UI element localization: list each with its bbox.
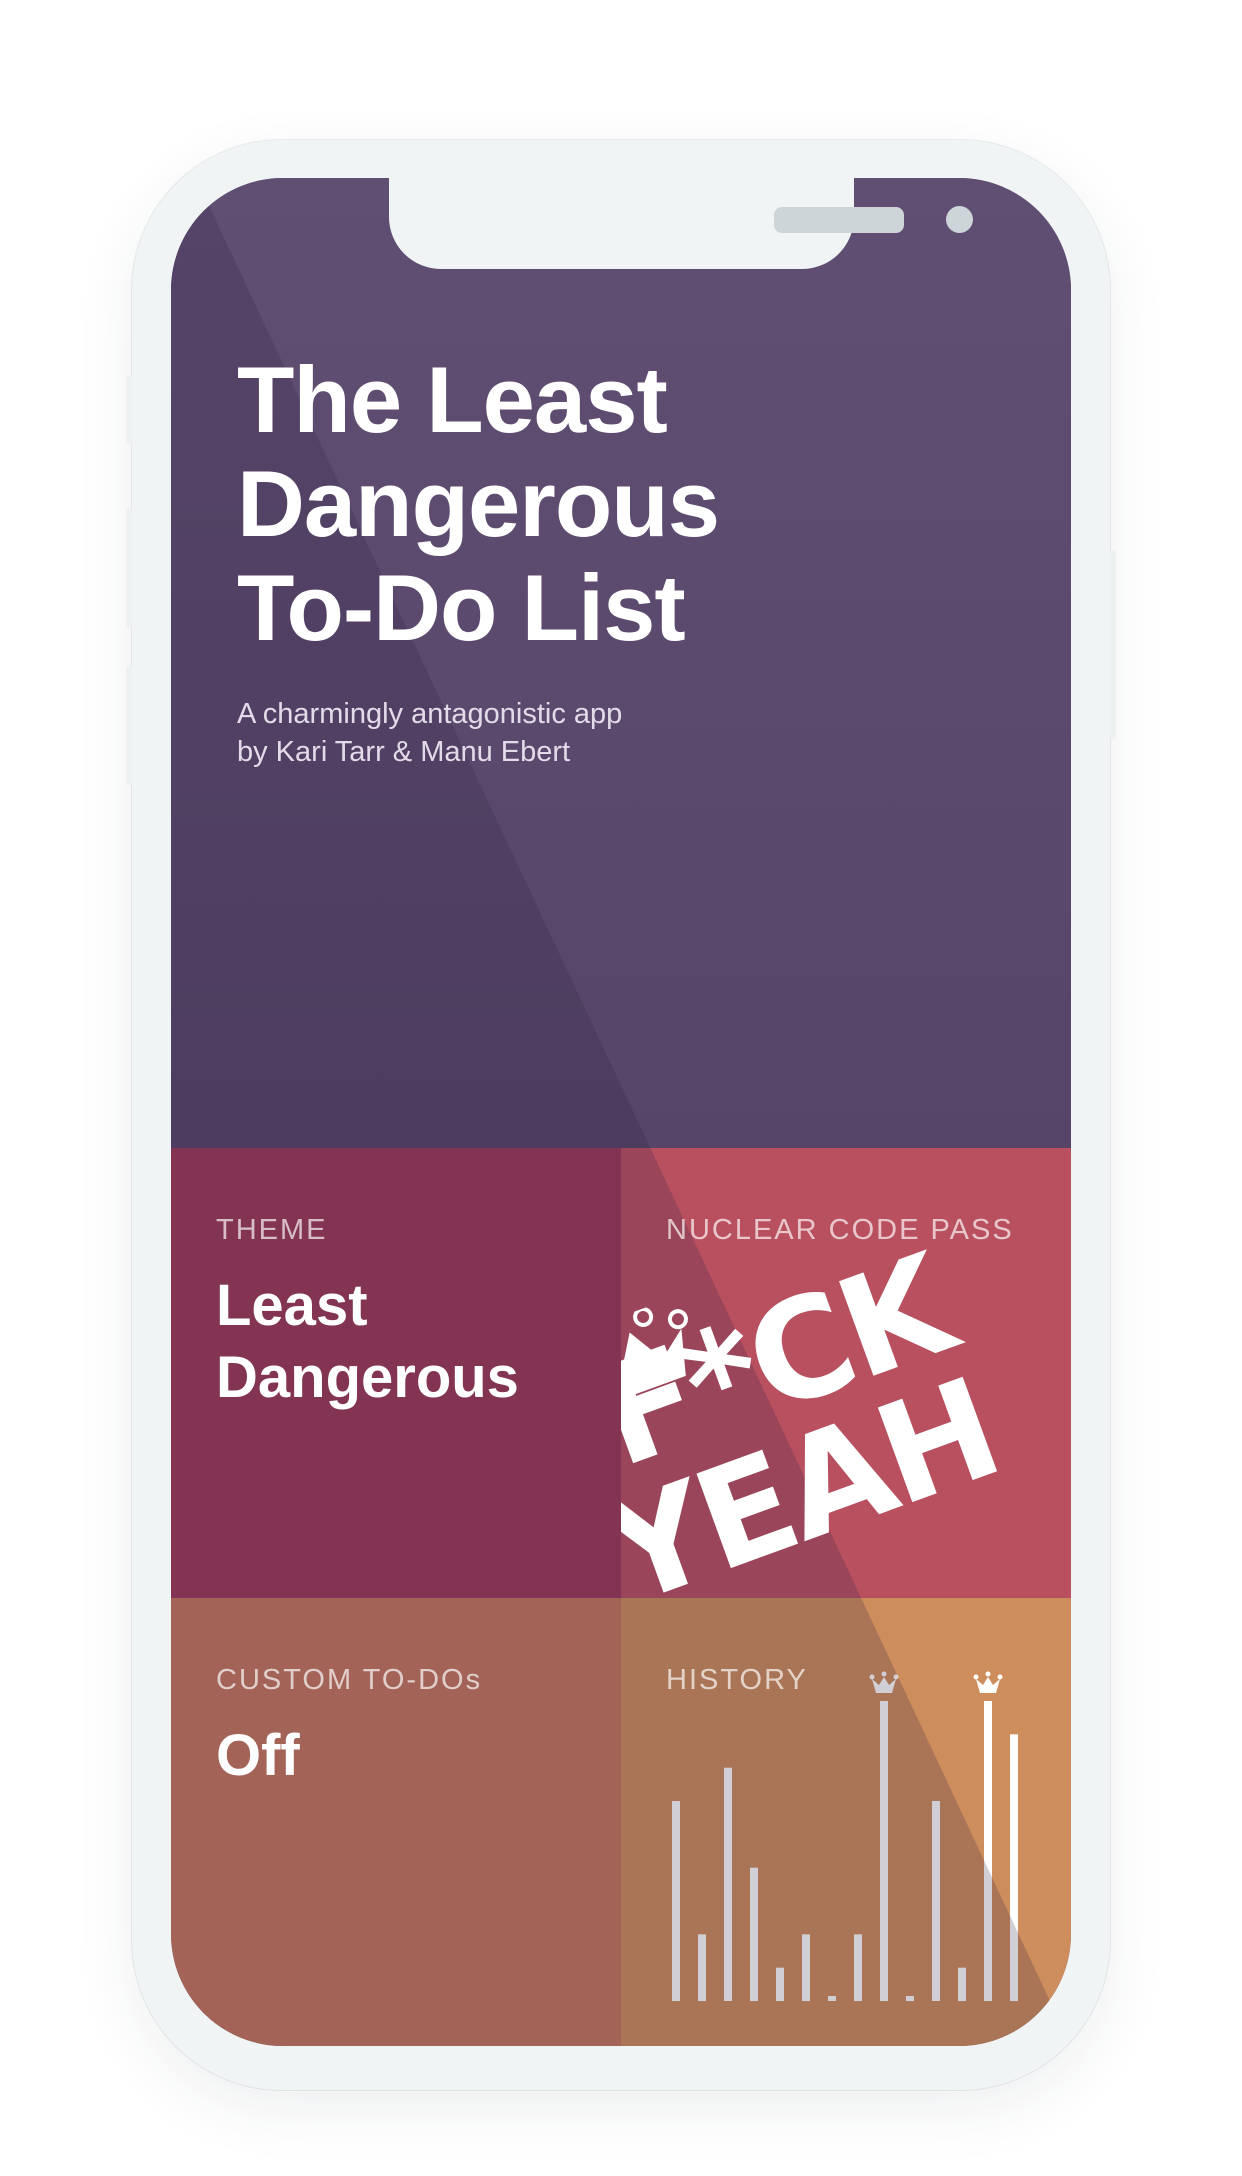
custom-todos-tile[interactable]: CUSTOM TO-DOs Off [171, 1598, 621, 2046]
phone-screen: THEME Least Dangerous NUCLEAR CODE PASS … [171, 178, 1071, 2046]
side-button-power [1110, 550, 1116, 740]
app-title-line-1: The Least [237, 347, 668, 452]
history-bar [750, 1867, 758, 2001]
crown-icon [973, 1671, 1003, 1693]
custom-todos-value: Off [216, 1723, 300, 1788]
app-title: The Least Dangerous To-Do List [237, 348, 937, 660]
history-bar [698, 1934, 706, 2001]
speaker-grille [774, 207, 904, 233]
side-button-volume-up [126, 508, 132, 628]
history-bar [906, 1996, 914, 2001]
nuclear-code-pass-tile[interactable]: NUCLEAR CODE PASS F*CK YEAH [621, 1148, 1071, 1598]
history-bar [1010, 1734, 1018, 2001]
side-button-silent [126, 375, 132, 445]
history-bar [724, 1767, 732, 2001]
app-subtitle: A charmingly antagonistic app by Kari Ta… [237, 695, 937, 771]
notch [389, 178, 973, 269]
theme-value: Least Dangerous [216, 1270, 519, 1414]
app-title-line-3: To-Do List [237, 555, 686, 660]
history-tile[interactable]: HISTORY [621, 1598, 1071, 2046]
history-label: HISTORY [666, 1664, 808, 1696]
history-bar [828, 1996, 836, 2001]
app-subtitle-line-2: by Kari Tarr & Manu Ebert [237, 736, 571, 768]
history-bar [802, 1934, 810, 2001]
history-bar [984, 1701, 992, 2001]
theme-value-line-1: Least [216, 1273, 368, 1338]
front-camera [946, 206, 973, 233]
custom-todos-label: CUSTOM TO-DOs [216, 1664, 483, 1696]
history-bar [672, 1801, 680, 2001]
crown-icon [869, 1671, 899, 1693]
history-bar [854, 1934, 862, 2001]
history-bar [958, 1967, 966, 2001]
hero-section [171, 178, 1071, 1148]
history-bar [932, 1801, 940, 2001]
app-subtitle-line-1: A charmingly antagonistic app [237, 698, 623, 730]
theme-label: THEME [216, 1214, 328, 1246]
theme-value-line-2: Dangerous [216, 1345, 519, 1410]
side-button-volume-down [126, 665, 132, 785]
theme-tile[interactable]: THEME Least Dangerous [171, 1148, 621, 1598]
history-bar [880, 1701, 888, 2001]
app-title-line-2: Dangerous [237, 451, 720, 556]
history-bar [776, 1967, 784, 2001]
